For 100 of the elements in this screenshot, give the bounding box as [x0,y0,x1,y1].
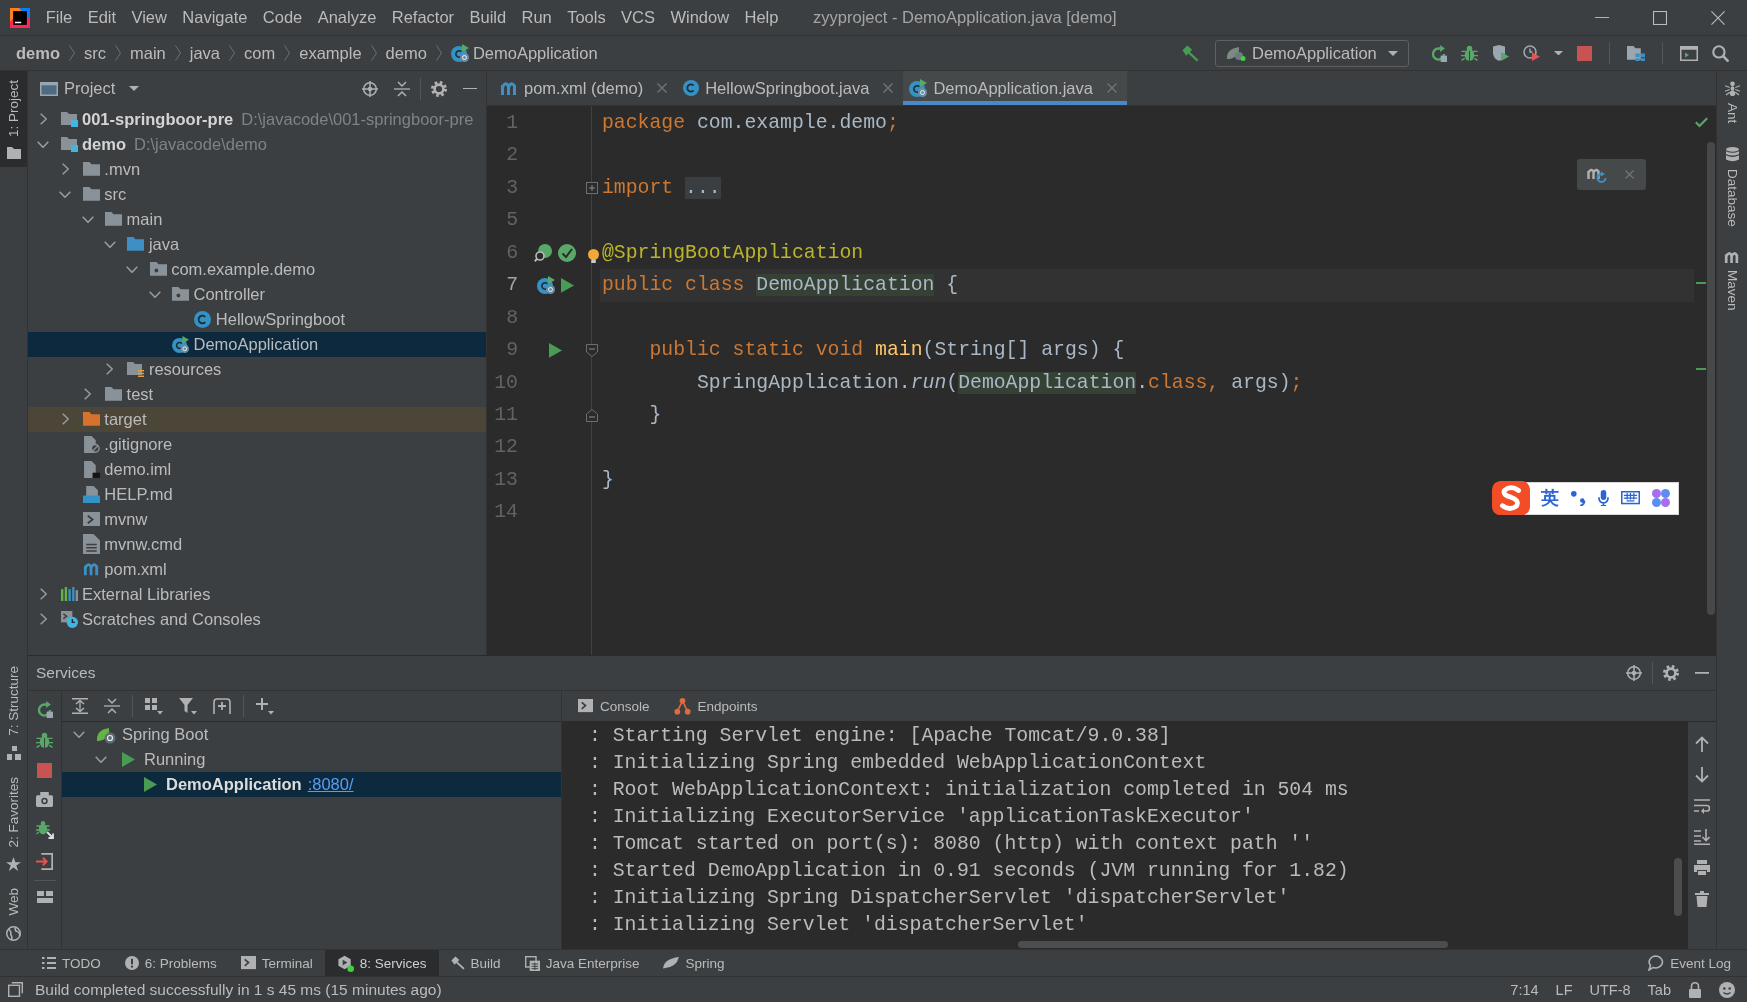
punctuation-icon[interactable] [1571,490,1586,506]
tree-item[interactable]: demo.iml [28,456,486,482]
breadcrumb[interactable]: demo [16,43,60,63]
class-run-icon[interactable] [536,276,555,295]
menu-item[interactable]: View [123,6,175,29]
menu-item[interactable]: Window [662,6,737,29]
crosshair-icon[interactable] [1626,665,1642,681]
four-dots-icon[interactable] [1652,489,1670,508]
keyboard-icon[interactable] [1621,491,1640,505]
chevron-down-icon[interactable] [59,190,72,198]
close-icon[interactable] [1711,10,1725,25]
tool-window-button[interactable]: Spring [651,950,737,976]
menu-item[interactable]: File [38,6,80,29]
tool-window-button[interactable]: 6: Problems [112,950,229,976]
squares-icon[interactable] [8,982,23,997]
console-tab[interactable]: Console [578,698,650,714]
tree-item[interactable]: HELP.md [28,481,486,507]
window-run-icon[interactable] [1680,45,1698,61]
arrow-up-icon[interactable] [1695,736,1709,752]
stop-icon[interactable] [1577,45,1592,61]
tool-window-button[interactable]: 2: Favorites [0,767,27,880]
tree-item[interactable]: src [28,181,486,207]
chevron-right-icon[interactable] [84,388,92,400]
indent-setting[interactable]: Tab [1647,981,1671,998]
menu-item[interactable]: Analyze [309,6,385,29]
arrow-down-icon[interactable] [1695,767,1709,783]
tree-item[interactable]: DemoApplication :8080/ [62,772,561,797]
tree-item[interactable]: java [28,231,486,257]
breadcrumb[interactable]: java [189,43,221,63]
tree-item[interactable]: test [28,381,486,407]
hammer-icon[interactable] [1182,44,1199,62]
tool-window-button[interactable]: 8: Services [324,950,439,976]
tree-item[interactable]: Scratches and Consoles [28,606,486,632]
tool-window-button[interactable]: TODO [30,950,113,976]
tree-item[interactable]: mvnw [28,506,486,532]
tree-item[interactable]: Controller [28,281,486,307]
menu-item[interactable]: Navigate [174,6,256,29]
breadcrumb[interactable]: demo [385,43,427,63]
soft-wrap-icon[interactable] [1694,798,1710,814]
shield-run-icon[interactable] [1492,45,1509,61]
tool-window-button[interactable]: 7: Structure [0,657,27,768]
microphone-icon[interactable] [1598,489,1609,507]
chevron-right-icon[interactable] [39,113,47,125]
fold-end-icon[interactable] [586,408,598,422]
file-encoding[interactable]: UTF-8 [1589,981,1631,998]
run-icon[interactable] [560,278,574,293]
print-icon[interactable] [1694,860,1710,876]
tree-item[interactable]: pom.xml [28,556,486,582]
tree-item[interactable]: main [28,206,486,232]
tree-item[interactable]: Running [62,747,561,772]
tool-window-button[interactable]: Event Log [1636,950,1743,976]
clock-run-icon[interactable] [1523,45,1540,61]
tree-item[interactable]: External Libraries [28,581,486,607]
tool-window-button[interactable]: Java Enterprise [512,950,652,976]
tree-item[interactable]: mvnw.cmd [28,531,486,557]
tool-window-button[interactable]: 1: Project [0,71,27,168]
menu-item[interactable]: Help [736,6,787,29]
tree-item[interactable]: resources [28,356,486,382]
breadcrumb[interactable]: com [244,43,276,63]
new-tab-icon[interactable] [213,698,231,714]
bug-icon[interactable] [1461,44,1478,62]
chevron-right-icon[interactable] [61,413,69,425]
bug-icon[interactable] [36,732,53,749]
lightbulb-icon[interactable] [588,248,599,264]
layout-icon[interactable] [36,890,53,903]
folder-grid-icon[interactable] [1627,44,1645,62]
lock-icon[interactable] [1689,981,1701,998]
rerun-icon[interactable] [1430,44,1447,62]
fold-expand-icon[interactable] [586,182,598,195]
expand-all-icon[interactable] [72,698,88,714]
camera-icon[interactable] [36,792,53,807]
filter-icon[interactable] [179,697,197,715]
chevron-down-icon[interactable] [81,215,94,223]
line-separator[interactable]: LF [1555,981,1573,998]
menu-item[interactable]: Tools [559,6,614,29]
scrollbar-thumb[interactable] [1707,142,1715,615]
editor-tab[interactable]: pom.xml (demo) [494,71,678,105]
chevron-right-icon[interactable] [61,163,69,175]
chevron-down-icon[interactable] [95,756,107,763]
breadcrumb[interactable]: example [299,43,362,63]
face-icon[interactable] [1719,981,1735,998]
url-link[interactable]: :8080/ [307,775,354,794]
ime-logo-icon[interactable] [1492,481,1530,516]
scrollbar-thumb[interactable] [1018,941,1448,948]
breadcrumb[interactable]: DemoApplication [450,43,598,63]
menu-item[interactable]: VCS [613,6,663,29]
input-mode-label[interactable]: 英 [1541,486,1559,511]
caret-position[interactable]: 7:14 [1510,981,1539,998]
tree-item[interactable]: 001-springboor-pre D:\javacode\001-springboor-pre [28,106,486,132]
scrollbar-thumb[interactable] [1674,858,1682,916]
tree-item[interactable]: .gitignore [28,431,486,457]
menu-item[interactable]: Edit [79,6,124,29]
editor-tab[interactable]: DemoApplication.java [903,71,1127,105]
caret-icon[interactable] [1554,50,1563,56]
chevron-down-icon[interactable] [126,265,139,273]
search-icon[interactable] [1712,44,1729,62]
add-icon[interactable] [256,697,274,715]
menu-item[interactable]: Build [461,6,514,29]
menu-item[interactable]: Run [513,6,560,29]
editor-tab[interactable]: HellowSpringboot.java [677,71,904,105]
